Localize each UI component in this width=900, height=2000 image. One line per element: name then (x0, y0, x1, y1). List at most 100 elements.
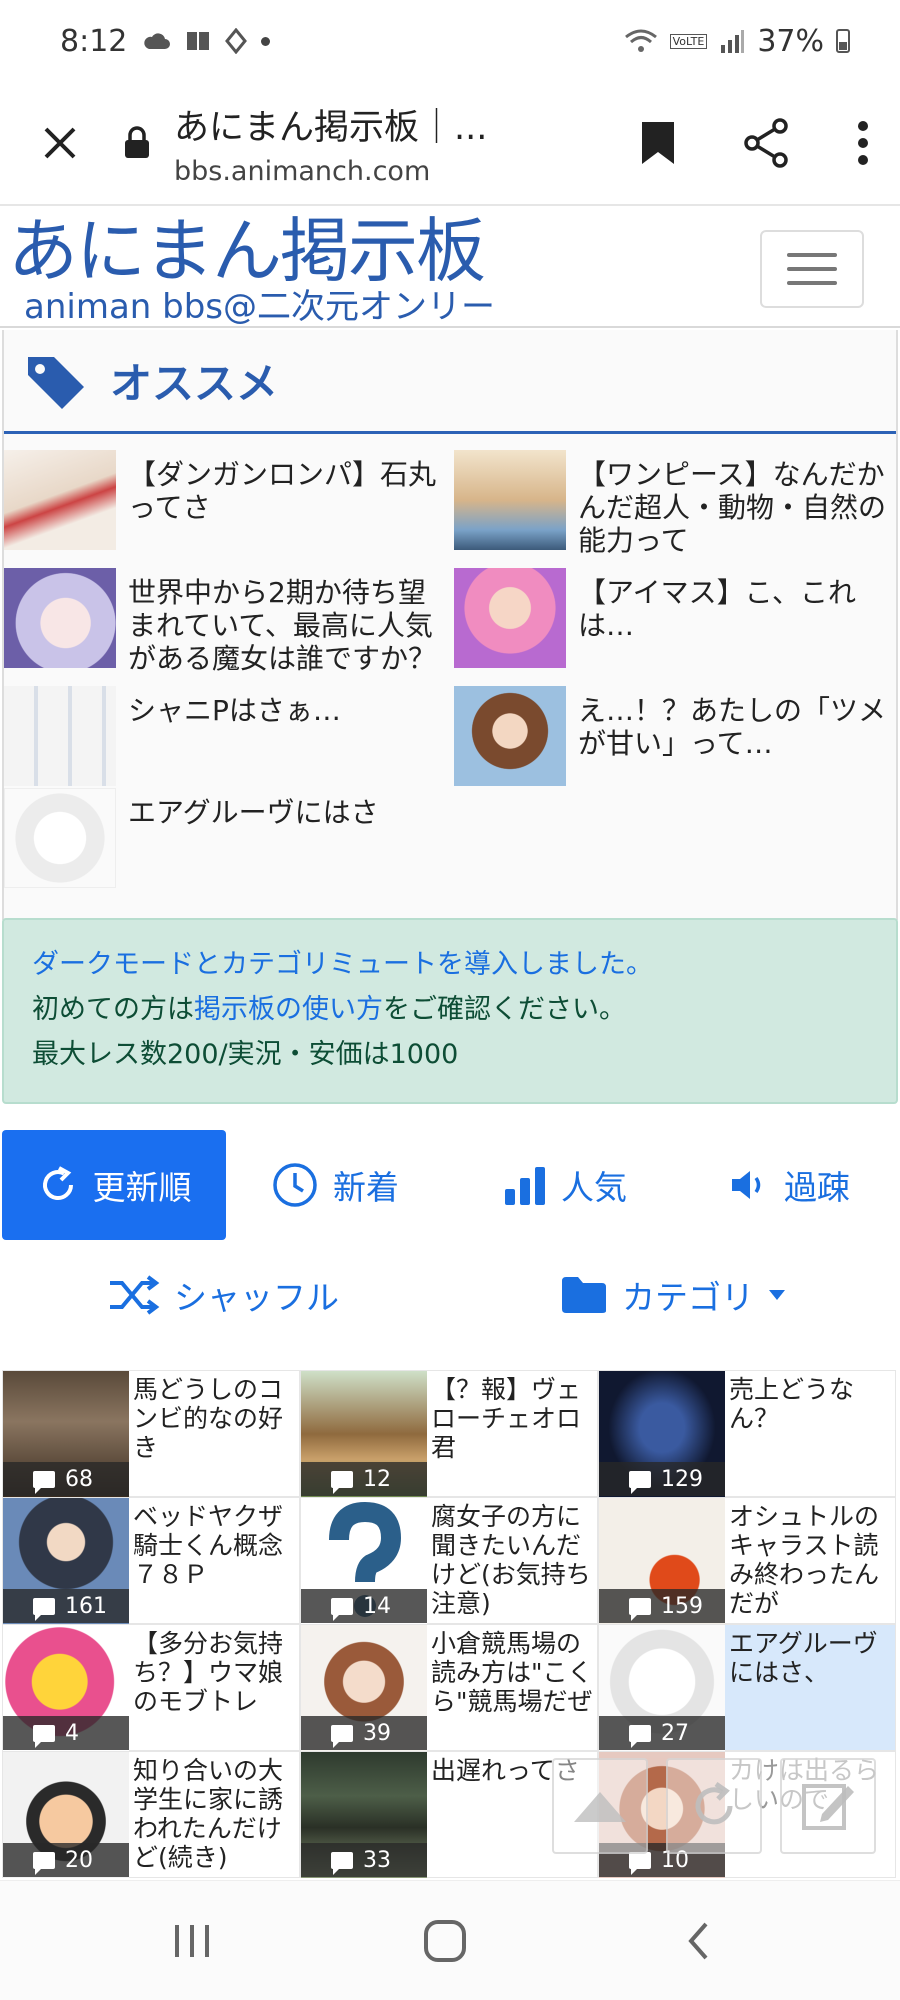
recommended-item[interactable]: 【アイマス】こ、これは… (454, 568, 894, 678)
recommended-item-title: 【アイマス】こ、これは… (578, 576, 857, 642)
comment-icon (331, 1597, 353, 1621)
refresh-icon (42, 1166, 73, 1201)
recommended-item[interactable]: え…！？あたしの「ツメが甘い」って… (454, 686, 894, 796)
scroll-top-button[interactable] (552, 1758, 648, 1854)
bar-chart-icon (505, 1167, 545, 1205)
thumbnail (4, 568, 116, 668)
recommended-item[interactable]: 【ダンガンロンパ】石丸ってさ (4, 450, 444, 560)
thread-title: 売上どうなん？ (729, 1375, 855, 1433)
home-button[interactable] (405, 1911, 485, 1971)
how-to-use-link[interactable]: 掲示板の使い方 (194, 994, 383, 1025)
notice-text: 初めての方は (32, 994, 194, 1025)
category-dropdown[interactable]: カテゴリ (560, 1250, 786, 1340)
thumbnail (454, 686, 566, 786)
recommended-item-title: シャニPはさぁ… (128, 694, 341, 727)
thread-card[interactable]: 12 【？報】ヴェローチェオロ君 (300, 1370, 598, 1497)
close-tab-button[interactable] (0, 82, 120, 204)
reply-count: 159 (599, 1589, 725, 1623)
thread-card[interactable]: 159 オシュトルのキャラスト読み終わったんだが (598, 1497, 896, 1624)
thread-card[interactable]: 14 腐女子の方に聞きたいんだけど(お気持ち注意) (300, 1497, 598, 1624)
recommended-item[interactable]: 世界中から2期か待ち望まれていて、最高に人気がある魔女は誰ですか？ (4, 568, 444, 678)
clock-icon (273, 1163, 317, 1207)
thread-card[interactable]: 161 ベッドヤクザ騎士くん概念７８Ｐ (2, 1497, 300, 1624)
reply-count: 129 (599, 1462, 725, 1496)
reply-count: 20 (3, 1843, 129, 1877)
tab-label: 過疎 (784, 1168, 850, 1207)
thumbnail (4, 788, 116, 888)
thread-card[interactable]: 27 エアグルーヴにはさ、 (598, 1624, 896, 1751)
comment-icon (331, 1470, 353, 1494)
bookmark-icon[interactable] (640, 120, 676, 166)
signal-icon (721, 30, 745, 53)
recommended-item[interactable]: シャニPはさぁ… (4, 686, 444, 796)
dark-mode-announcement-link[interactable]: ダークモードとカテゴリミュートを導入しました。 (32, 949, 653, 980)
address-bar[interactable]: あにまん掲示板｜... bbs.animanch.com (174, 99, 524, 187)
shuffle-button[interactable]: シャッフル (108, 1250, 339, 1340)
thread-card[interactable]: 129 売上どうなん？ (598, 1370, 896, 1497)
sort-tabs: 更新順 新着 人気 過疎 (0, 1130, 900, 1240)
comment-icon (33, 1724, 55, 1748)
thread-card[interactable]: 4 【多分お気持ち？】ウマ娘のモブトレ (2, 1624, 300, 1751)
recent-apps-button[interactable] (152, 1911, 232, 1971)
menu-button[interactable] (760, 230, 864, 308)
menu-line (787, 253, 837, 257)
thread-card[interactable]: 39 小倉競馬場の読み方は"こくら"競馬場だぜ (300, 1624, 598, 1751)
comment-icon (629, 1724, 651, 1748)
shuffle-label: シャッフル (174, 1278, 339, 1317)
comment-icon (629, 1851, 651, 1875)
reply-count: 39 (301, 1716, 427, 1750)
back-button[interactable] (658, 1911, 738, 1971)
thread-title: 知り合いの大学生に家に誘われたんだけど(続き) (133, 1756, 284, 1872)
recommended-title: オススメ (110, 359, 279, 408)
menu-line (787, 267, 837, 271)
recommended-item[interactable]: 【ワンピース】なんだかんだ超人・動物・自然の能力って (454, 450, 894, 560)
tab-popular[interactable]: 人気 (480, 1130, 650, 1240)
reply-count: 33 (301, 1843, 427, 1877)
recommended-item[interactable]: エアグルーヴにはさ (4, 788, 444, 898)
tab-updated[interactable]: 更新順 (2, 1130, 226, 1240)
share-icon[interactable] (742, 117, 790, 169)
more-options-icon[interactable] (856, 120, 870, 166)
thread-card[interactable]: 68 馬どうしのコンビ的なの好き (2, 1370, 300, 1497)
caret-down-icon (769, 1290, 785, 1300)
reload-button[interactable] (666, 1758, 762, 1854)
thread-title: 【多分お気持ち？】ウマ娘のモブトレ (133, 1629, 284, 1716)
reply-count: 68 (3, 1462, 129, 1496)
new-thread-button[interactable] (780, 1758, 876, 1854)
thread-title: 小倉競馬場の読み方は"こくら"競馬場だぜ (431, 1629, 593, 1716)
arrow-up-icon (574, 1792, 626, 1822)
recent-apps-icon (175, 1925, 209, 1957)
thread-title: 【？報】ヴェローチェオロ君 (431, 1375, 582, 1462)
system-navigation-bar (0, 1880, 900, 2000)
compose-icon (802, 1784, 854, 1830)
filter-row: シャッフル カテゴリ (0, 1250, 900, 1340)
comment-icon (331, 1724, 353, 1748)
thumbnail (4, 686, 116, 786)
comment-icon (629, 1597, 651, 1621)
thumbnail (454, 450, 566, 550)
back-icon (688, 1922, 708, 1960)
browser-toolbar: あにまん掲示板｜... bbs.animanch.com (0, 82, 900, 206)
site-logo[interactable]: あにまん掲示板 (8, 210, 486, 292)
battery-icon (836, 29, 850, 53)
recommended-section: オススメ 【ダンガンロンパ】石丸ってさ 【ワンピース】なんだかんだ超人・動物・自… (2, 330, 898, 920)
comment-icon (629, 1470, 651, 1494)
thread-card[interactable]: 20 知り合いの大学生に家に誘われたんだけど(続き) (2, 1751, 300, 1878)
page-title: あにまん掲示板｜... (174, 108, 488, 148)
shuffle-icon (110, 1275, 160, 1315)
close-icon (44, 127, 76, 159)
category-label: カテゴリ (622, 1278, 754, 1317)
status-bar: 8:12 VoLTE 37% (0, 0, 900, 82)
lock-icon (125, 126, 149, 158)
menu-line (787, 281, 837, 285)
tab-label: 新着 (333, 1168, 399, 1207)
refresh-icon (695, 1781, 733, 1825)
thread-title: 馬どうしのコンビ的なの好き (133, 1375, 284, 1462)
tab-new[interactable]: 新着 (250, 1130, 420, 1240)
tab-inactive[interactable]: 過疎 (700, 1130, 880, 1240)
page-url: bbs.animanch.com (174, 156, 431, 187)
recommended-item-title: エアグルーヴにはさ (128, 796, 379, 829)
thread-title: ベッドヤクザ騎士くん概念７８Ｐ (133, 1502, 284, 1589)
reply-count: 12 (301, 1462, 427, 1496)
notification-dot (261, 36, 271, 46)
